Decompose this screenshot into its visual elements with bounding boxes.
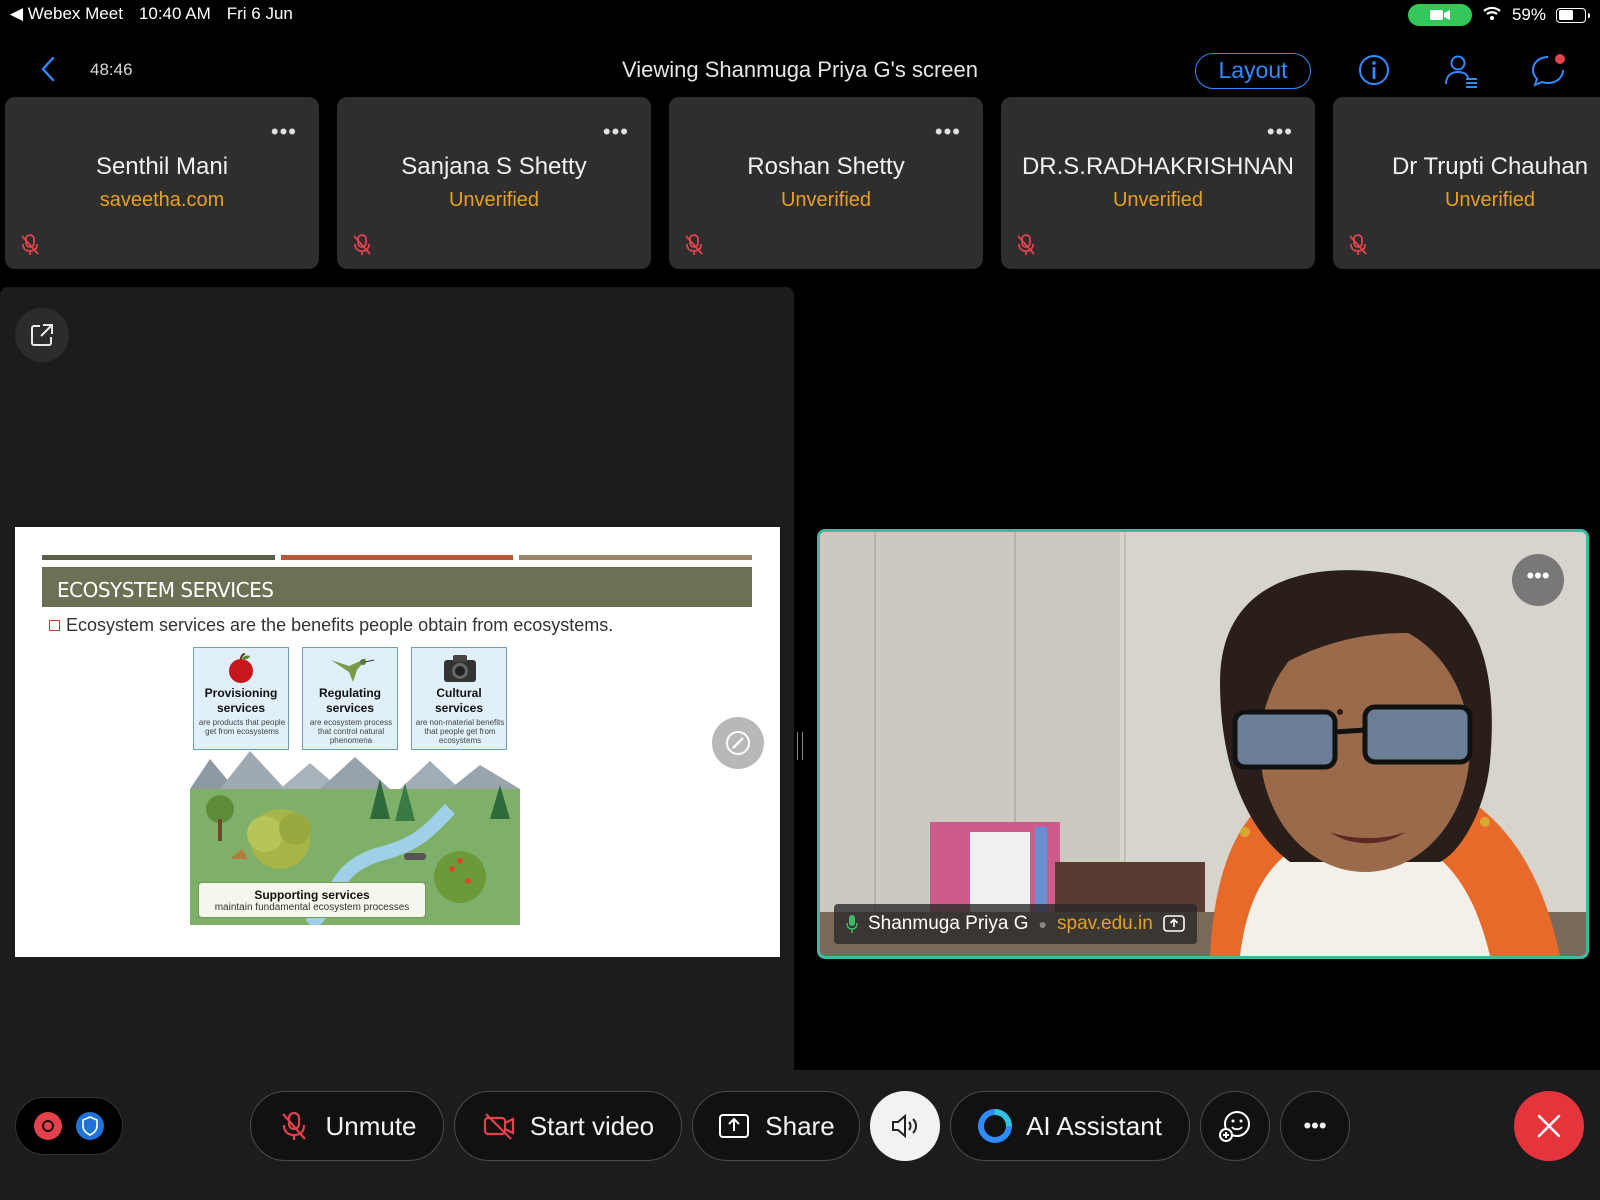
participant-verification: Unverified (1444, 189, 1536, 211)
provisioning-services-card: Provisioning services are products that … (193, 647, 289, 750)
status-indicators[interactable] (15, 1097, 123, 1155)
participants-icon[interactable] (1442, 51, 1480, 89)
more-options-icon[interactable]: ••• (603, 119, 629, 145)
recording-icon (34, 1112, 62, 1140)
participant-org: saveetha.com (99, 189, 225, 211)
slide-title: ECOSYSTEM SERVICES (57, 578, 274, 602)
service-title: Provisioning services (204, 686, 278, 715)
status-date: Fri 6 Jun (226, 4, 293, 23)
reactions-button[interactable] (1200, 1091, 1270, 1161)
slide-bullet-text: Ecosystem services are the benefits peop… (66, 615, 614, 635)
supporting-title: Supporting services (254, 888, 370, 902)
annotate-icon[interactable] (712, 717, 764, 769)
supporting-desc: maintain fundamental ecosystem processes (214, 902, 410, 913)
more-options-icon[interactable]: ••• (1267, 119, 1293, 145)
status-bar: ◀ Webex Meet 10:40 AM Fri 6 Jun 59% (0, 0, 1600, 30)
close-icon (1537, 1114, 1561, 1138)
more-options-icon[interactable]: ••• (935, 119, 961, 145)
meeting-header: 48:46 Viewing Shanmuga Priya G's screen … (0, 40, 1600, 100)
more-options-icon: ••• (1303, 1113, 1327, 1138)
battery-percent: 59% (1511, 5, 1546, 24)
service-title: Cultural services (434, 686, 484, 715)
ai-assistant-label: AI Assistant (1026, 1110, 1162, 1141)
ai-assistant-button[interactable]: AI Assistant (950, 1091, 1190, 1161)
participant-tile[interactable]: ••• Senthil Mani saveetha.com (5, 97, 319, 269)
participant-name: Dr Trupti Chauhan (1391, 153, 1589, 180)
participant-verification: Unverified (1112, 189, 1204, 211)
accent-bar (280, 555, 514, 560)
camera-in-use-icon (1407, 4, 1472, 26)
separator-dot: ● (1038, 916, 1047, 932)
add-reaction-icon (1219, 1111, 1250, 1142)
participant-name: Roshan Shetty (747, 153, 905, 180)
muted-mic-icon (1015, 233, 1037, 257)
hummingbird-icon (331, 658, 375, 682)
speaker-name: Shanmuga Priya G (868, 913, 1029, 934)
ai-assistant-icon (978, 1109, 1013, 1143)
security-shield-icon (76, 1112, 104, 1140)
service-desc: are products that people get from ecosys… (198, 718, 286, 736)
info-icon[interactable] (1355, 51, 1393, 89)
more-options-button[interactable]: ••• (1280, 1091, 1350, 1161)
audio-button[interactable] (870, 1091, 940, 1161)
start-video-label: Start video (529, 1110, 655, 1141)
speaker-video-feed (820, 532, 1586, 956)
speaker-volume-icon (892, 1113, 917, 1139)
camera-icon (444, 655, 476, 682)
muted-mic-icon (1347, 233, 1369, 257)
accent-bar (42, 555, 275, 560)
cultural-services-card: Cultural services are non-material benef… (411, 647, 507, 750)
chat-icon[interactable] (1529, 51, 1567, 89)
status-time: 10:40 AM (138, 4, 211, 23)
service-desc: are non-material benefits that people ge… (415, 718, 505, 745)
slide-bullet: Ecosystem services are the benefits peop… (49, 615, 613, 636)
participant-tile[interactable]: Dr Trupti Chauhan Unverified (1333, 97, 1600, 269)
popout-icon[interactable] (15, 308, 69, 362)
participant-tile[interactable]: ••• DR.S.RADHAKRISHNAN Unverified (1001, 97, 1315, 269)
slide-title-bar: ECOSYSTEM SERVICES (42, 567, 752, 607)
participant-verification: Unverified (448, 189, 540, 211)
shared-slide: ECOSYSTEM SERVICES Ecosystem services ar… (15, 527, 780, 957)
more-options-icon[interactable]: ••• (271, 119, 297, 145)
back-to-app-link[interactable]: ◀ Webex Meet (10, 4, 123, 24)
split-view-divider[interactable] (797, 732, 803, 760)
shared-screen-panel: ECOSYSTEM SERVICES Ecosystem services ar… (0, 287, 794, 1070)
participant-name: DR.S.RADHAKRISHNAN (1021, 153, 1295, 180)
service-title: Regulating services (319, 686, 381, 715)
participant-tile[interactable]: ••• Roshan Shetty Unverified (669, 97, 983, 269)
mic-active-icon (846, 915, 858, 933)
slide-accent-bars (42, 555, 753, 561)
speaker-org: spav.edu.in (1057, 913, 1153, 934)
unmute-button[interactable]: Unmute (250, 1091, 444, 1161)
layout-button[interactable]: Layout (1195, 53, 1311, 89)
active-speaker-video[interactable]: ••• Shanmuga Priya G ● spav.edu.in (817, 529, 1589, 959)
muted-mic-icon (282, 1111, 307, 1140)
screen-sharing-icon (1162, 915, 1185, 932)
speaker-nameplate: Shanmuga Priya G ● spav.edu.in (834, 904, 1197, 944)
regulating-services-card: Regulating services are ecosystem proces… (302, 647, 398, 750)
participant-verification: Unverified (780, 189, 872, 211)
participant-tile[interactable]: ••• Sanjana S Shetty Unverified (337, 97, 651, 269)
video-more-options-icon[interactable]: ••• (1512, 554, 1564, 606)
leave-meeting-button[interactable] (1514, 1091, 1584, 1161)
share-label: Share (765, 1110, 835, 1141)
muted-mic-icon (683, 233, 705, 257)
share-screen-icon (719, 1114, 750, 1138)
muted-mic-icon (19, 233, 41, 257)
share-button[interactable]: Share (692, 1091, 860, 1161)
video-off-icon (483, 1113, 514, 1140)
apple-icon (229, 653, 253, 683)
participant-name: Senthil Mani (95, 153, 229, 180)
wifi-icon (1482, 5, 1502, 26)
participant-name: Sanjana S Shetty (401, 153, 587, 180)
supporting-services-label: Supporting services maintain fundamental… (198, 882, 426, 918)
unmute-label: Unmute (325, 1110, 417, 1141)
battery-icon (1556, 7, 1590, 23)
service-desc: are ecosystem process that control natur… (309, 718, 393, 745)
call-controls-toolbar: Unmute Start video Share AI Assistant ••… (0, 1070, 1600, 1200)
muted-mic-icon (351, 233, 373, 257)
bullet-square-icon (49, 620, 60, 631)
accent-bar (519, 555, 753, 560)
start-video-button[interactable]: Start video (454, 1091, 682, 1161)
